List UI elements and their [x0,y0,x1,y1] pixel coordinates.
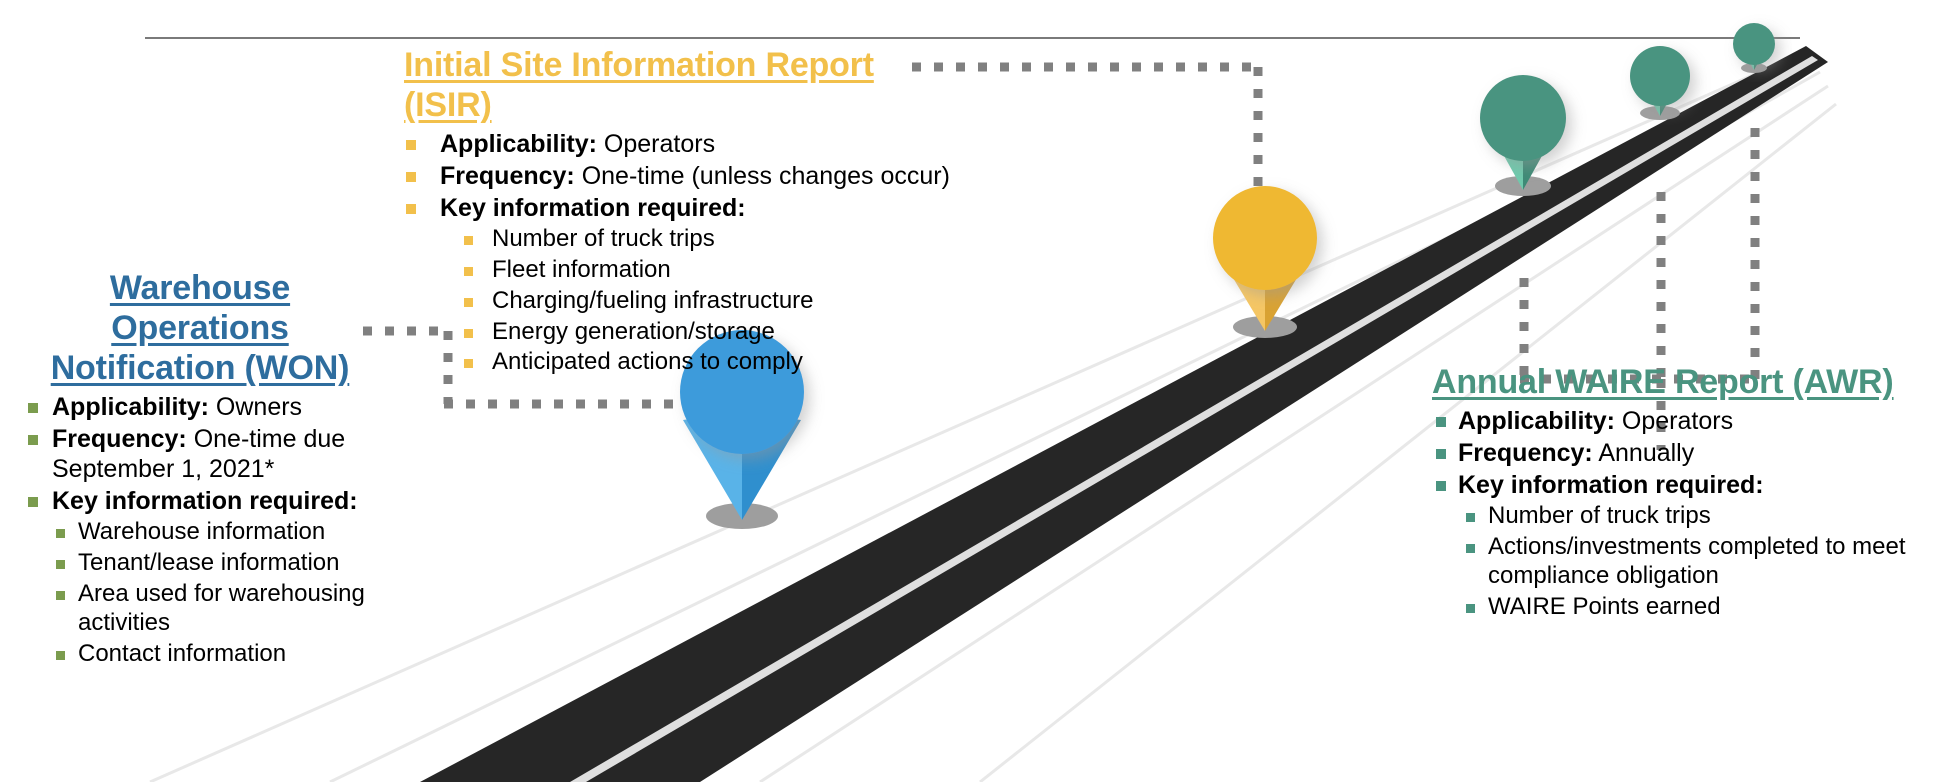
isir-item-frequency: Frequency: One-time (unless changes occu… [404,161,964,191]
isir-sub-item: Fleet information [460,256,964,285]
won-item-applicability: Applicability: Owners [26,392,380,422]
awr-title: Annual WAIRE Report (AWR) [1432,363,1894,401]
connector-isir [912,62,1263,228]
won-sub-item-list: Warehouse information Tenant/lease infor… [26,518,380,668]
awr-item-frequency-label: Frequency: [1458,439,1593,468]
awr-item-key-info: Key information required: [1434,470,1932,500]
won-title-line2: Notification (WON) [50,349,350,388]
won-block: Warehouse Operations Notification (WON) … [20,268,380,668]
awr-sub-item: Actions/investments completed to meet co… [1462,533,1932,591]
won-title-line1: Warehouse Operations [109,269,291,348]
isir-item-key-info: Key information required: [404,193,964,223]
awr-item-applicability-label: Applicability: [1458,407,1615,436]
awr-sub-item-list: Number of truck trips Actions/investment… [1434,502,1932,621]
isir-sub-item: Number of truck trips [460,225,964,254]
won-item-key-info-label: Key information required: [52,487,358,516]
awr-item-list: Applicability: Operators Frequency: Annu… [1434,406,1932,621]
awr-item-frequency: Frequency: Annually [1434,438,1932,468]
isir-sub-item-list: Number of truck trips Fleet information … [404,225,964,377]
isir-item-frequency-value: One-time (unless changes occur) [574,162,950,191]
awr-item-applicability: Applicability: Operators [1434,406,1932,436]
awr-block: Annual WAIRE Report (AWR) Applicability:… [1432,362,1932,621]
awr-item-key-info-label: Key information required: [1458,471,1764,500]
isir-sub-item: Energy generation/storage [460,318,964,347]
awr-sub-item: WAIRE Points earned [1462,593,1932,622]
won-sub-item: Area used for warehousing activities [52,580,380,638]
awr-item-applicability-value: Operators [1614,407,1734,436]
isir-item-applicability-label: Applicability: [440,130,597,159]
isir-sub-item: Charging/fueling infrastructure [460,287,964,316]
won-item-frequency: Frequency: One-time due September 1, 202… [26,424,380,484]
isir-item-applicability: Applicability: Operators [404,129,964,159]
map-pin-awr-medium [1630,46,1690,120]
isir-block: Initial Site Information Report (ISIR) A… [404,45,964,377]
won-item-frequency-label: Frequency: [52,425,187,454]
won-item-applicability-value: Owners [208,393,303,422]
won-sub-item: Tenant/lease information [52,549,380,578]
isir-item-applicability-value: Operators [596,130,716,159]
isir-item-frequency-label: Frequency: [440,162,575,191]
infographic-canvas: Warehouse Operations Notification (WON) … [0,0,1948,782]
won-title: Warehouse Operations Notification (WON) [20,268,380,388]
isir-sub-item: Anticipated actions to comply [460,348,964,377]
isir-item-key-info-label: Key information required: [440,194,746,223]
won-item-key-info: Key information required: [26,486,380,516]
map-pin-awr-large [1480,75,1566,196]
awr-sub-item: Number of truck trips [1462,502,1932,531]
won-item-list: Applicability: Owners Frequency: One-tim… [26,392,380,668]
isir-title: Initial Site Information Report (ISIR) [404,46,874,125]
won-item-applicability-label: Applicability: [52,393,209,422]
awr-item-frequency-value: Annually [1592,439,1695,468]
won-sub-item: Warehouse information [52,518,380,547]
isir-item-list: Applicability: Operators Frequency: One-… [404,129,964,377]
won-sub-item: Contact information [52,640,380,669]
map-pin-awr-small [1733,23,1775,73]
